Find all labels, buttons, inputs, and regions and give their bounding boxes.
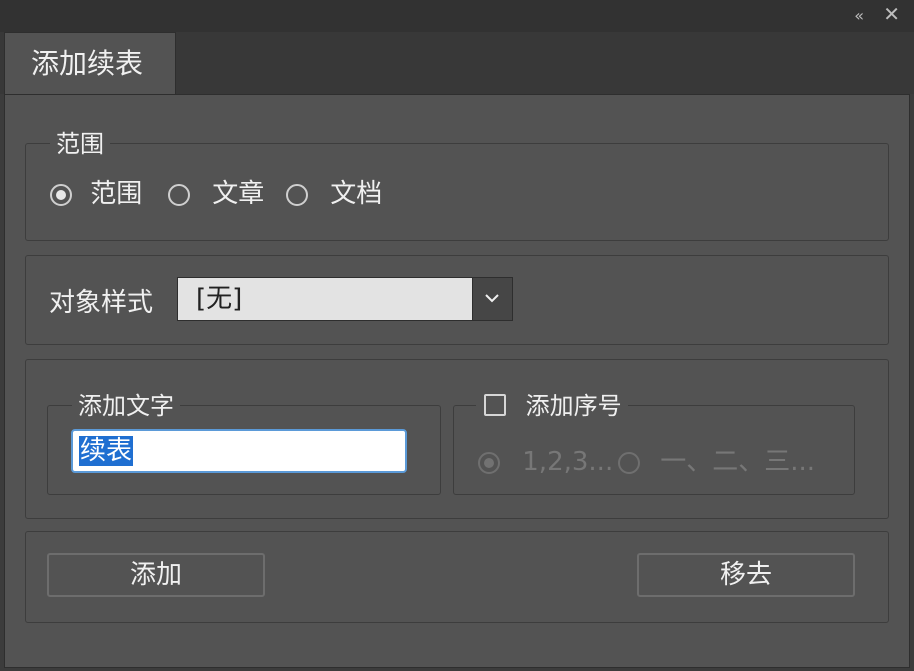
- collapse-icon[interactable]: «: [854, 6, 864, 25]
- add-text-legend: 添加文字: [72, 390, 180, 422]
- number-format-arabic-label: 1,2,3...: [522, 447, 614, 477]
- scope-group: 范围 范围 文章 文档: [25, 128, 889, 241]
- number-format-chinese-label: 一、二、三...: [660, 447, 816, 477]
- add-text-input[interactable]: 续表: [71, 429, 407, 473]
- close-icon[interactable]: ✕: [883, 4, 900, 24]
- radio-icon[interactable]: [168, 183, 190, 206]
- radio-icon[interactable]: [478, 451, 500, 474]
- tab-add-continued-table[interactable]: 添加续表: [4, 32, 176, 94]
- radio-icon[interactable]: [618, 451, 640, 474]
- panel-titlebar: « ✕: [0, 0, 914, 33]
- add-number-checkbox[interactable]: [484, 394, 506, 416]
- scope-option-document-label: 文档: [330, 179, 383, 209]
- object-style-select[interactable]: [无]: [177, 277, 513, 321]
- scope-option-story-label: 文章: [212, 179, 265, 209]
- tab-strip: 添加续表: [0, 32, 914, 94]
- number-format-arabic[interactable]: 1,2,3...: [478, 446, 613, 478]
- add-number-group: 添加序号 1,2,3... 一、二、三...: [453, 390, 855, 495]
- chevron-down-icon[interactable]: [472, 278, 512, 320]
- scope-option-range[interactable]: 范围: [50, 178, 142, 210]
- add-text-input-value: 续表: [79, 436, 134, 466]
- remove-button[interactable]: 移去: [637, 553, 855, 597]
- object-style-label: 对象样式: [49, 288, 154, 318]
- scope-option-range-label: 范围: [90, 179, 143, 209]
- radio-icon[interactable]: [286, 183, 308, 206]
- scope-option-document[interactable]: 文档: [286, 178, 382, 210]
- panel-body: 范围 范围 文章 文档 对象样式 [无] 添加文字 续表 添加序号 1,2,3.…: [4, 94, 910, 668]
- object-style-value: [无]: [196, 284, 243, 314]
- radio-icon[interactable]: [50, 183, 72, 206]
- scope-option-story[interactable]: 文章: [168, 178, 264, 210]
- number-format-chinese[interactable]: 一、二、三...: [618, 446, 815, 478]
- add-button[interactable]: 添加: [47, 553, 265, 597]
- add-number-legend[interactable]: 添加序号: [476, 390, 628, 422]
- scope-legend: 范围: [50, 128, 110, 160]
- add-number-label: 添加序号: [525, 392, 622, 420]
